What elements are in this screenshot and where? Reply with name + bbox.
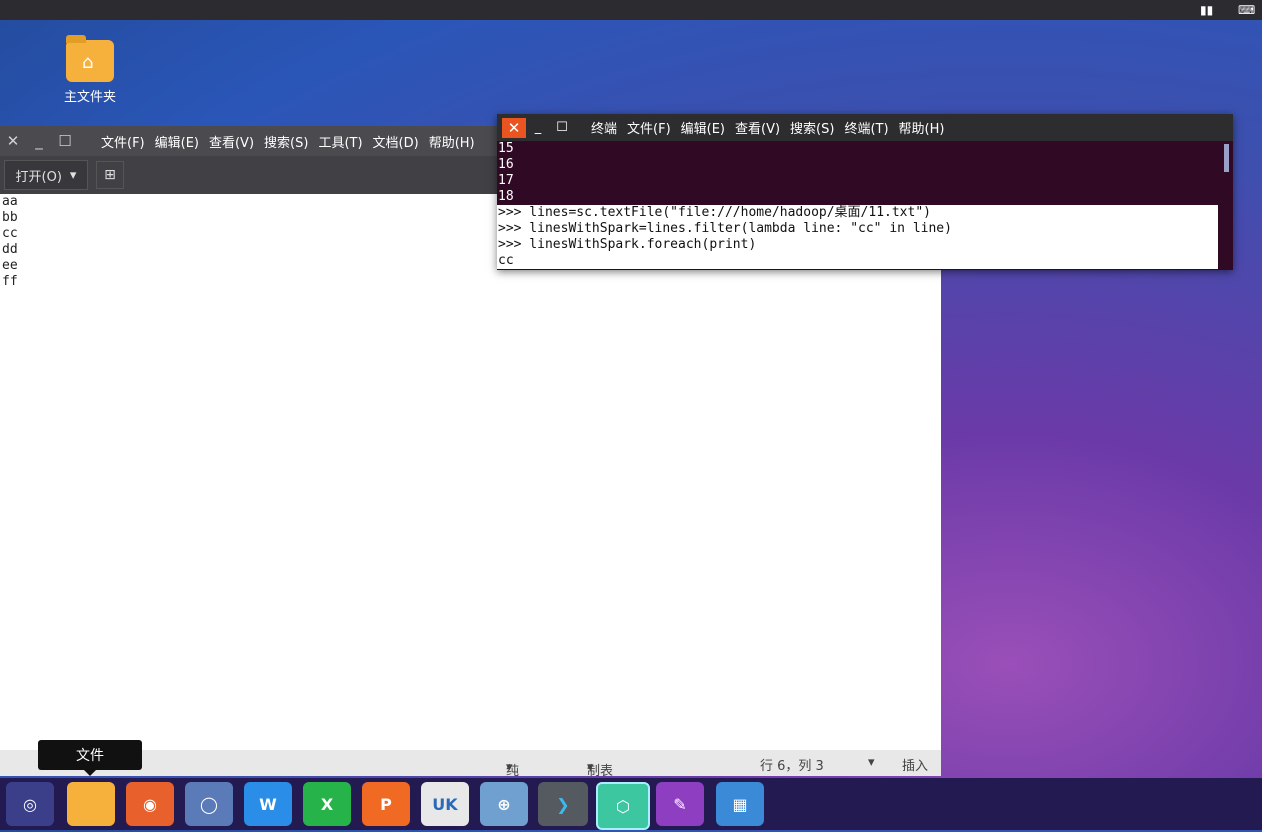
gedit-menu-view[interactable]: 查看(V) bbox=[204, 132, 259, 151]
app-manager-icon[interactable]: ▦ bbox=[716, 782, 764, 826]
remote-desktop-icon[interactable]: ⊕ bbox=[480, 782, 528, 826]
software-center-icon[interactable]: UK bbox=[421, 782, 469, 826]
chevron-down-icon: ▾ bbox=[69, 167, 77, 183]
terminal-menu-view[interactable]: 查看(V) bbox=[730, 118, 785, 137]
terminal-selected-line: >>> linesWithSpark=lines.filter(lambda l… bbox=[497, 221, 1218, 237]
terminal-menu-file[interactable]: 文件(F) bbox=[622, 118, 676, 137]
terminal-selected-line: cc bbox=[497, 253, 1218, 269]
insert-mode[interactable]: 插入 bbox=[902, 755, 928, 774]
folder-icon: ⌂ bbox=[66, 35, 114, 82]
desktop-home-folder-label: 主文件夹 bbox=[63, 90, 116, 105]
ubuntu-menu-icon[interactable]: ◎ bbox=[6, 782, 54, 826]
open-button-label: 打开(O) bbox=[15, 169, 62, 185]
maximize-icon[interactable]: ☐ bbox=[52, 132, 78, 150]
app-green-icon[interactable]: ⬡ bbox=[596, 782, 650, 830]
terminal-icon[interactable]: ❯ bbox=[538, 782, 588, 826]
terminal-line: 15 bbox=[498, 141, 514, 156]
firefox-icon[interactable]: ◉ bbox=[126, 782, 174, 826]
chevron-down-icon[interactable]: ▾ bbox=[868, 755, 875, 770]
terminal-line: 17 bbox=[498, 173, 514, 188]
new-document-icon[interactable]: ⊞ bbox=[96, 161, 124, 189]
terminal-line: 18 bbox=[498, 189, 514, 204]
cursor-position[interactable]: 行 6，列 3 bbox=[760, 755, 824, 774]
terminal-line: 16 bbox=[498, 157, 514, 172]
dock-tooltip: 文件 bbox=[38, 740, 142, 776]
minimize-icon[interactable]: _ bbox=[26, 132, 52, 150]
terminal-window: ✕ _ ☐ 终端 文件(F) 编辑(E) 查看(V) 搜索(S) 终端(T) 帮… bbox=[497, 114, 1233, 270]
minimize-icon[interactable]: _ bbox=[526, 120, 550, 135]
maximize-icon[interactable]: ☐ bbox=[550, 120, 574, 135]
gedit-menu-search[interactable]: 搜索(S) bbox=[259, 132, 313, 151]
chromium-icon[interactable]: ◯ bbox=[185, 782, 233, 826]
terminal-title: 终端 bbox=[591, 122, 618, 137]
home-icon: ⌂ bbox=[82, 52, 94, 73]
gedit-menu-documents[interactable]: 文档(D) bbox=[368, 132, 424, 151]
gedit-menu-help[interactable]: 帮助(H) bbox=[424, 132, 480, 151]
wps-writer-icon[interactable]: W bbox=[244, 782, 292, 826]
terminal-menu-edit[interactable]: 编辑(E) bbox=[676, 118, 730, 137]
text-line: ff bbox=[2, 274, 18, 289]
wps-presentation-icon[interactable]: P bbox=[362, 782, 410, 826]
terminal-selected-line: >>> lines=sc.textFile("file:///home/hado… bbox=[497, 205, 1218, 221]
chevron-down-icon: ▾ bbox=[506, 760, 513, 775]
files-icon[interactable] bbox=[67, 782, 115, 826]
network-icon[interactable]: ▮▮ bbox=[1200, 3, 1213, 17]
close-icon[interactable]: ✕ bbox=[502, 117, 526, 138]
open-button[interactable]: 打开(O) ▾ bbox=[4, 160, 88, 190]
gedit-menu-file[interactable]: 文件(F) bbox=[96, 132, 150, 151]
terminal-menu-search[interactable]: 搜索(S) bbox=[785, 118, 839, 137]
terminal-menu-terminal[interactable]: 终端(T) bbox=[839, 118, 893, 137]
gedit-menu-tools[interactable]: 工具(T) bbox=[313, 132, 367, 151]
dock: ◎ ◉ ◯ W X P UK ⊕ ❯ ⬡ ✎ ▦ bbox=[0, 778, 1262, 830]
gedit-menu-edit[interactable]: 编辑(E) bbox=[150, 132, 204, 151]
top-panel: ▮▮ ⌨ bbox=[0, 0, 1262, 20]
close-icon[interactable]: ✕ bbox=[0, 132, 26, 150]
chevron-down-icon: ▾ bbox=[587, 760, 594, 775]
eraser-icon[interactable]: ✎ bbox=[656, 782, 704, 826]
terminal-menu-help[interactable]: 帮助(H) bbox=[894, 118, 950, 137]
terminal-scrollbar[interactable] bbox=[1224, 144, 1229, 172]
wps-spreadsheet-icon[interactable]: X bbox=[303, 782, 351, 826]
terminal-output[interactable]: 15 16 17 18 >>> lines=sc.textFile("file:… bbox=[497, 141, 1233, 269]
keyboard-icon[interactable]: ⌨ bbox=[1238, 3, 1255, 17]
terminal-selected-line: >>> linesWithSpark.foreach(print) bbox=[497, 237, 1218, 253]
terminal-titlebar: ✕ _ ☐ 终端 文件(F) 编辑(E) 查看(V) 搜索(S) 终端(T) 帮… bbox=[497, 114, 1233, 141]
desktop-home-folder[interactable]: ⌂ 主文件夹 bbox=[55, 35, 125, 105]
